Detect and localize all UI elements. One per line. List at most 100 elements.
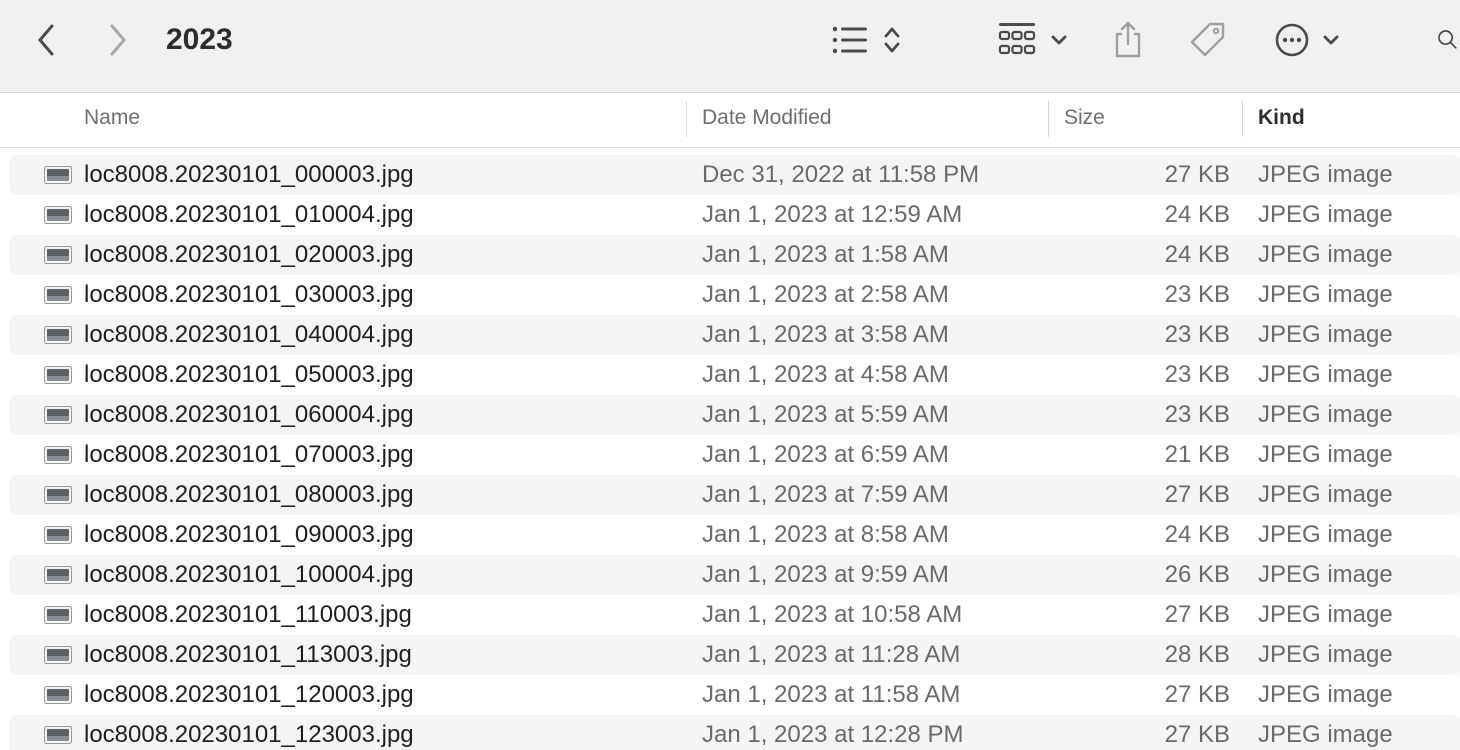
share-icon[interactable] (1110, 20, 1146, 60)
file-list: loc8008.20230101_000003.jpg Dec 31, 2022 … (0, 148, 1460, 750)
chevron-down-icon[interactable] (1048, 30, 1070, 50)
file-size: 23 KB (1164, 281, 1230, 308)
file-date-modified: Jan 1, 2023 at 9:59 AM (702, 561, 949, 588)
file-kind: JPEG image (1258, 401, 1393, 428)
file-name: loc8008.20230101_070003.jpg (84, 441, 414, 468)
jpeg-file-icon (44, 406, 72, 424)
jpeg-file-icon (44, 326, 72, 344)
column-divider[interactable] (1242, 101, 1243, 137)
file-name: loc8008.20230101_100004.jpg (84, 561, 414, 588)
jpeg-file-icon (44, 446, 72, 464)
file-name: loc8008.20230101_120003.jpg (84, 681, 414, 708)
jpeg-file-icon (44, 166, 72, 184)
back-icon[interactable] (28, 20, 64, 60)
file-date-modified: Jan 1, 2023 at 8:58 AM (702, 521, 949, 548)
file-name: loc8008.20230101_050003.jpg (84, 361, 414, 388)
column-divider[interactable] (686, 101, 687, 137)
file-kind: JPEG image (1258, 161, 1393, 188)
file-row[interactable]: loc8008.20230101_110003.jpg Jan 1, 2023 a… (10, 595, 1460, 635)
file-kind: JPEG image (1258, 241, 1393, 268)
more-icon[interactable] (1272, 20, 1312, 60)
file-row[interactable]: loc8008.20230101_090003.jpg Jan 1, 2023 a… (10, 515, 1460, 555)
jpeg-file-icon (44, 686, 72, 704)
jpeg-file-icon (44, 286, 72, 304)
file-size: 26 KB (1164, 561, 1230, 588)
file-size: 24 KB (1164, 201, 1230, 228)
file-date-modified: Jan 1, 2023 at 5:59 AM (702, 401, 949, 428)
file-date-modified: Jan 1, 2023 at 10:58 AM (702, 601, 963, 628)
file-row[interactable]: loc8008.20230101_020003.jpg Jan 1, 2023 a… (10, 235, 1460, 275)
column-date-modified[interactable]: Date Modified (702, 93, 832, 147)
file-size: 24 KB (1164, 241, 1230, 268)
column-kind[interactable]: Kind (1258, 93, 1305, 147)
file-kind: JPEG image (1258, 561, 1393, 588)
file-date-modified: Dec 31, 2022 at 11:58 PM (702, 161, 980, 188)
file-name: loc8008.20230101_113003.jpg (84, 641, 412, 668)
file-row[interactable]: loc8008.20230101_100004.jpg Jan 1, 2023 a… (10, 555, 1460, 595)
file-kind: JPEG image (1258, 601, 1393, 628)
file-row[interactable]: loc8008.20230101_070003.jpg Jan 1, 2023 a… (10, 435, 1460, 475)
toolbar: 2023 (0, 0, 1460, 93)
column-header: Name Date Modified Size Kind (0, 93, 1460, 148)
sort-arrows-icon[interactable] (880, 22, 904, 58)
file-kind: JPEG image (1258, 721, 1393, 748)
file-row[interactable]: loc8008.20230101_040004.jpg Jan 1, 2023 a… (10, 315, 1460, 355)
tag-icon[interactable] (1186, 20, 1230, 60)
file-row[interactable]: loc8008.20230101_010004.jpg Jan 1, 2023 a… (10, 195, 1460, 235)
file-row[interactable]: loc8008.20230101_060004.jpg Jan 1, 2023 a… (10, 395, 1460, 435)
file-row[interactable]: loc8008.20230101_050003.jpg Jan 1, 2023 a… (10, 355, 1460, 395)
file-size: 21 KB (1164, 441, 1230, 468)
column-divider[interactable] (1048, 101, 1049, 137)
file-date-modified: Jan 1, 2023 at 3:58 AM (702, 321, 949, 348)
file-name: loc8008.20230101_060004.jpg (84, 401, 414, 428)
file-kind: JPEG image (1258, 521, 1393, 548)
file-size: 28 KB (1164, 641, 1230, 668)
search-icon[interactable] (1428, 20, 1460, 60)
file-name: loc8008.20230101_123003.jpg (84, 721, 414, 748)
jpeg-file-icon (44, 246, 72, 264)
file-size: 24 KB (1164, 521, 1230, 548)
column-size[interactable]: Size (1064, 93, 1105, 147)
file-date-modified: Jan 1, 2023 at 1:58 AM (702, 241, 949, 268)
column-name[interactable]: Name (84, 93, 140, 147)
file-date-modified: Jan 1, 2023 at 2:58 AM (702, 281, 949, 308)
file-name: loc8008.20230101_080003.jpg (84, 481, 414, 508)
file-date-modified: Jan 1, 2023 at 11:58 AM (702, 681, 961, 708)
file-kind: JPEG image (1258, 441, 1393, 468)
group-icon[interactable] (996, 20, 1038, 60)
file-size: 27 KB (1164, 481, 1230, 508)
file-date-modified: Jan 1, 2023 at 12:59 AM (702, 201, 963, 228)
file-row[interactable]: loc8008.20230101_123003.jpg Jan 1, 2023 a… (10, 715, 1460, 750)
file-date-modified: Jan 1, 2023 at 12:28 PM (702, 721, 964, 748)
file-row[interactable]: loc8008.20230101_120003.jpg Jan 1, 2023 a… (10, 675, 1460, 715)
file-name: loc8008.20230101_020003.jpg (84, 241, 414, 268)
window-title: 2023 (166, 23, 233, 56)
file-date-modified: Jan 1, 2023 at 6:59 AM (702, 441, 949, 468)
file-row[interactable]: loc8008.20230101_030003.jpg Jan 1, 2023 a… (10, 275, 1460, 315)
file-kind: JPEG image (1258, 361, 1393, 388)
file-kind: JPEG image (1258, 201, 1393, 228)
jpeg-file-icon (44, 606, 72, 624)
file-date-modified: Jan 1, 2023 at 11:28 AM (702, 641, 961, 668)
file-date-modified: Jan 1, 2023 at 7:59 AM (702, 481, 949, 508)
jpeg-file-icon (44, 486, 72, 504)
file-row[interactable]: loc8008.20230101_080003.jpg Jan 1, 2023 a… (10, 475, 1460, 515)
jpeg-file-icon (44, 526, 72, 544)
jpeg-file-icon (44, 566, 72, 584)
file-size: 27 KB (1164, 721, 1230, 748)
file-name: loc8008.20230101_010004.jpg (84, 201, 414, 228)
jpeg-file-icon (44, 646, 72, 664)
file-kind: JPEG image (1258, 681, 1393, 708)
file-size: 27 KB (1164, 161, 1230, 188)
forward-icon[interactable] (100, 20, 136, 60)
file-row[interactable]: loc8008.20230101_000003.jpg Dec 31, 2022 … (10, 155, 1460, 195)
file-kind: JPEG image (1258, 281, 1393, 308)
file-name: loc8008.20230101_000003.jpg (84, 161, 414, 188)
chevron-down-icon[interactable] (1320, 30, 1342, 50)
file-name: loc8008.20230101_110003.jpg (84, 601, 412, 628)
file-name: loc8008.20230101_040004.jpg (84, 321, 414, 348)
file-row[interactable]: loc8008.20230101_113003.jpg Jan 1, 2023 a… (10, 635, 1460, 675)
file-kind: JPEG image (1258, 641, 1393, 668)
list-view-icon[interactable] (830, 22, 870, 58)
file-date-modified: Jan 1, 2023 at 4:58 AM (702, 361, 949, 388)
